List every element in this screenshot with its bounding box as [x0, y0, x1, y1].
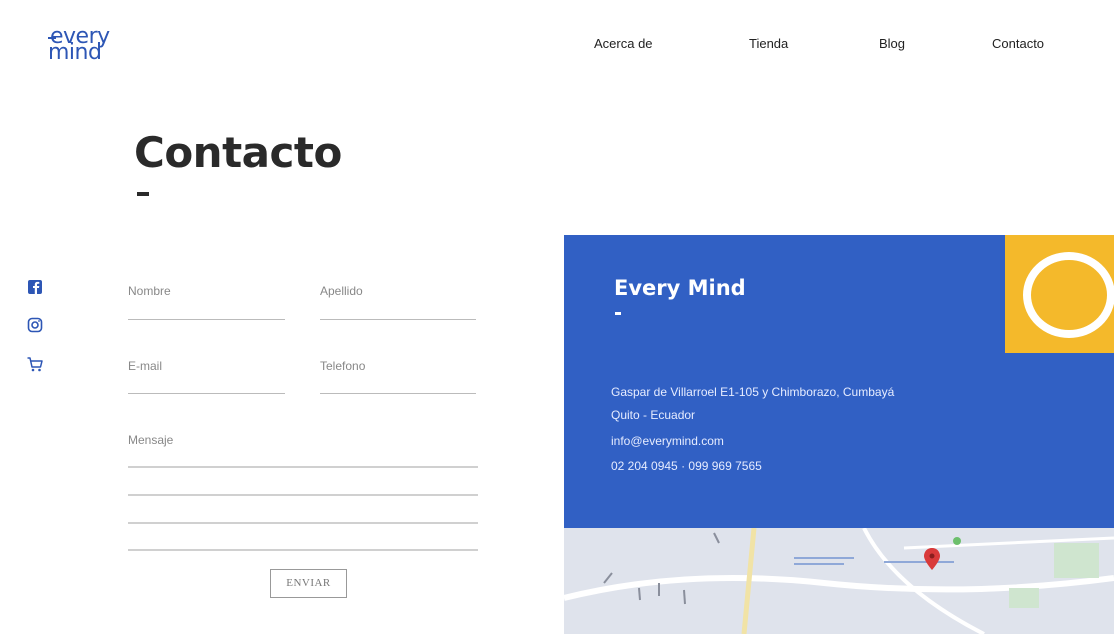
telefono-field[interactable]: Telefono	[320, 359, 476, 397]
instagram-icon[interactable]	[26, 316, 44, 334]
mensaje-line-3	[128, 522, 478, 524]
nav-contacto[interactable]: Contacto	[992, 36, 1044, 51]
title-dash	[137, 192, 149, 196]
nombre-underline	[128, 319, 285, 320]
company-name-dash	[615, 312, 621, 315]
enviar-button[interactable]: ENVIAR	[270, 569, 347, 598]
cart-icon[interactable]	[26, 355, 44, 373]
mensaje-line-4	[128, 549, 478, 551]
mensaje-label: Mensaje	[128, 433, 174, 447]
nav-blog[interactable]: Blog	[879, 36, 905, 51]
brand-accent-block	[1005, 235, 1114, 353]
logo-text-bottom: mind	[48, 40, 102, 65]
phone-text: 02 204 0945 · 099 969 7565	[611, 459, 762, 473]
facebook-icon[interactable]	[26, 278, 44, 296]
telefono-underline	[320, 393, 476, 394]
email-field[interactable]: E-mail	[128, 359, 285, 397]
mensaje-field[interactable]: Mensaje	[128, 433, 478, 553]
telefono-label: Telefono	[320, 359, 366, 373]
email-underline	[128, 393, 285, 394]
page-title: Contacto	[134, 128, 342, 177]
map-graphic	[564, 528, 1114, 634]
location-map[interactable]	[564, 528, 1114, 634]
nombre-label: Nombre	[128, 284, 171, 298]
mensaje-line-1	[128, 466, 478, 468]
email-link[interactable]: info@everymind.com	[611, 434, 724, 448]
ring-icon	[1023, 252, 1114, 338]
email-label: E-mail	[128, 359, 163, 373]
city-text: Quito - Ecuador	[611, 408, 696, 422]
nav-tienda[interactable]: Tienda	[749, 36, 788, 51]
apellido-underline	[320, 319, 476, 320]
company-name: Every Mind	[614, 276, 746, 300]
address-text: Gaspar de Villarroel E1-105 y Chimborazo…	[611, 385, 895, 399]
nav-acerca-de[interactable]: Acerca de	[594, 36, 653, 51]
apellido-field[interactable]: Apellido	[320, 284, 476, 322]
logo[interactable]: every mind	[48, 26, 138, 70]
mensaje-line-2	[128, 494, 478, 496]
apellido-label: Apellido	[320, 284, 363, 298]
nombre-field[interactable]: Nombre	[128, 284, 285, 322]
